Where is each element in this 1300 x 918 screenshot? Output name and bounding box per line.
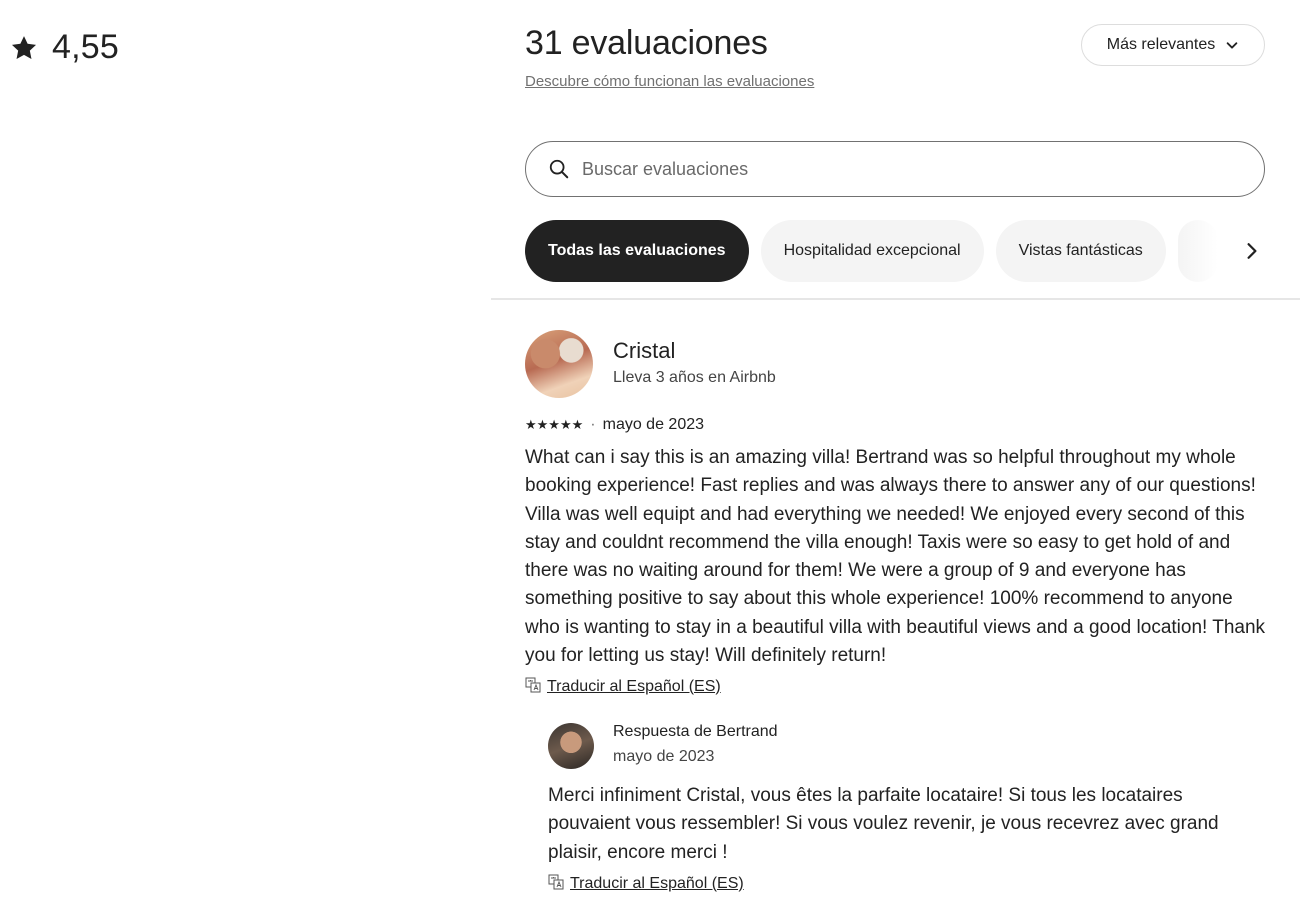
search-input[interactable] xyxy=(582,158,1222,180)
filter-chips: Todas las evaluaciones Hospitalidad exce… xyxy=(525,220,1265,282)
chip-all-reviews[interactable]: Todas las evaluaciones xyxy=(525,220,749,282)
chevron-right-icon xyxy=(1247,243,1257,259)
chip-fantastic-views[interactable]: Vistas fantásticas xyxy=(995,220,1166,282)
star-icon xyxy=(10,34,38,62)
host-response-title: Respuesta de Bertrand xyxy=(613,723,778,740)
review-rating-row: ★★★★★ · mayo de 2023 xyxy=(525,416,704,434)
reviews-page: 4,55 31 evaluaciones Descubre cómo funci… xyxy=(0,0,1300,918)
chips-next-button[interactable] xyxy=(1239,238,1265,264)
review-text: What can i say this is an amazing villa!… xyxy=(525,447,1266,667)
translate-response-button[interactable]: Traducir al Español (ES) xyxy=(548,874,744,893)
translate-review-button[interactable]: Traducir al Español (ES) xyxy=(525,677,721,696)
host-response-date: mayo de 2023 xyxy=(613,748,715,765)
separator: · xyxy=(590,416,596,433)
chip-overflow xyxy=(1177,220,1218,282)
review-date: mayo de 2023 xyxy=(602,416,705,433)
host-avatar[interactable] xyxy=(548,723,594,769)
avatar[interactable] xyxy=(525,330,593,398)
translate-icon xyxy=(548,874,564,893)
host-response-text: Merci infiniment Cristal, vous êtes la p… xyxy=(548,785,1219,863)
divider xyxy=(491,298,1300,300)
reviewer-name: Cristal xyxy=(613,338,676,363)
translate-label: Traducir al Español (ES) xyxy=(547,677,721,695)
page-title: 31 evaluaciones xyxy=(525,24,768,62)
translate-icon xyxy=(525,677,541,696)
search-icon xyxy=(548,158,570,180)
rating-value: 4,55 xyxy=(52,28,119,66)
sort-label: Más relevantes xyxy=(1106,36,1216,53)
search-field[interactable] xyxy=(525,141,1265,197)
overall-rating: 4,55 xyxy=(10,28,119,67)
sort-dropdown-button[interactable]: Más relevantes xyxy=(1081,24,1265,66)
chip-exceptional-hospitality[interactable]: Hospitalidad excepcional xyxy=(760,220,984,282)
translate-label: Traducir al Español (ES) xyxy=(570,874,744,892)
reviewer-meta: Lleva 3 años en Airbnb xyxy=(613,369,776,386)
chevron-down-icon xyxy=(1225,38,1239,52)
review-stars: ★★★★★ xyxy=(525,417,584,432)
how-reviews-work-link[interactable]: Descubre cómo funcionan las evaluaciones xyxy=(525,73,814,90)
